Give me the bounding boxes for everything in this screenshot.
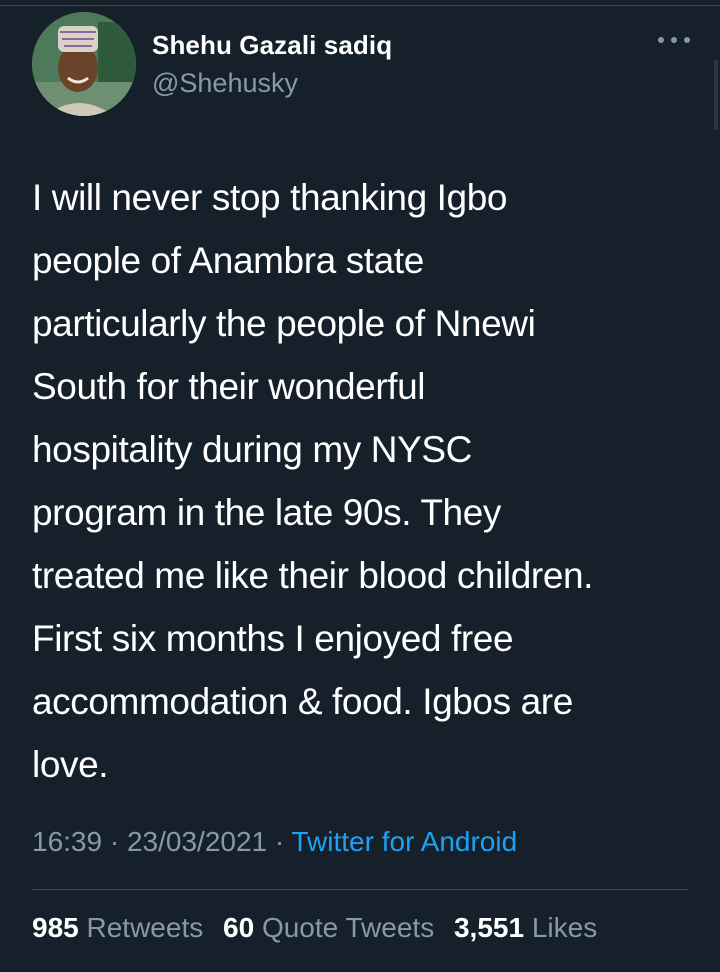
more-dot [684,37,690,43]
retweets-count: 985 [32,912,79,943]
likes-label: Likes [531,912,598,943]
author-name[interactable]: Shehu Gazali sadiq [152,30,392,61]
stats-divider [32,889,688,890]
tweet-stats: 985 Retweets 60 Quote Tweets 3,551 Likes [32,912,609,944]
retweets-stat[interactable]: 985 Retweets [32,912,203,943]
scroll-indicator[interactable] [714,60,718,130]
top-divider [0,0,720,6]
more-icon[interactable] [658,32,690,48]
tweet-meta: 16:39 · 23/03/2021 · Twitter for Android [32,826,517,858]
meta-separator: · [274,826,285,857]
avatar-image [32,12,136,116]
likes-stat[interactable]: 3,551 Likes [454,912,597,943]
more-dot [671,37,677,43]
meta-separator: · [109,826,120,857]
author-handle[interactable]: @Shehusky [152,68,298,99]
retweets-label: Retweets [86,912,204,943]
quote-tweets-label: Quote Tweets [261,912,435,943]
tweet-date[interactable]: 23/03/2021 [127,826,267,857]
tweet-text: I will never stop thanking Igbo people o… [32,177,594,785]
quote-tweets-stat[interactable]: 60 Quote Tweets [223,912,434,943]
quote-tweets-count: 60 [223,912,255,943]
tweet-header: Shehu Gazali sadiq @Shehusky [32,12,692,122]
tweet-source-link[interactable]: Twitter for Android [292,826,518,857]
more-dot [658,37,664,43]
tweet-time[interactable]: 16:39 [32,826,102,857]
avatar[interactable] [32,12,136,116]
likes-count: 3,551 [453,912,525,943]
